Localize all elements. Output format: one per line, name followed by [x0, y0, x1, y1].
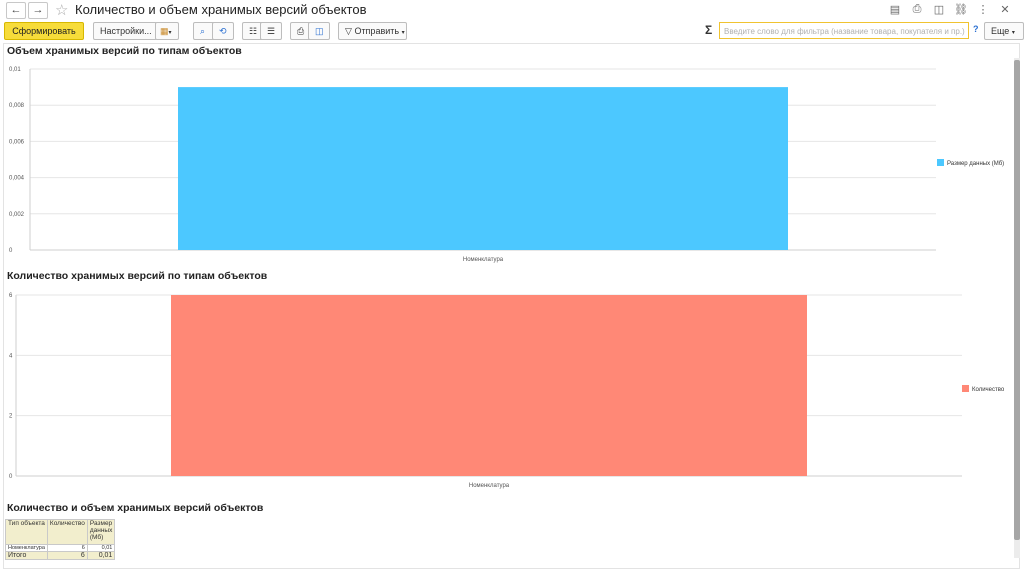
y-tick-label: 0,01 — [9, 67, 21, 73]
y-tick-label: 0,006 — [9, 139, 25, 145]
preview-icon[interactable]: ◫ — [932, 3, 946, 16]
save-icon[interactable]: ▤ — [888, 3, 902, 16]
help-icon[interactable]: ? — [973, 24, 979, 34]
collapse-groups-icon: ☰ — [267, 26, 276, 36]
legend-label: Количество — [972, 387, 1005, 393]
generate-button[interactable]: Сформировать — [4, 22, 84, 40]
search-input[interactable]: Введите слово для фильтра (название това… — [719, 22, 969, 39]
table-title: Количество и объем хранимых версий объек… — [7, 502, 264, 514]
chevron-down-icon: ▾ — [401, 30, 405, 36]
table-cell: Итого — [5, 551, 48, 560]
y-tick-label: 6 — [9, 293, 13, 299]
more-button[interactable]: Еще ▾ — [984, 22, 1024, 40]
chart2-title: Количество хранимых версий по типам объе… — [7, 270, 268, 282]
table-total-row: Итого 6 0,01 — [5, 551, 116, 560]
printer-icon: ⎙ — [297, 26, 305, 36]
x-tick-label: Номенклатура — [469, 483, 510, 489]
more-vertical-icon[interactable]: ⋮ — [976, 3, 990, 16]
table-cell: Номенклатура — [5, 544, 48, 552]
scrollbar-thumb[interactable] — [1014, 60, 1020, 540]
legend-swatch — [937, 159, 944, 166]
chevron-down-icon: ▾ — [168, 30, 172, 36]
legend-label: Размер данных (Мб) — [947, 161, 1004, 167]
y-tick-label: 0,002 — [9, 212, 25, 218]
close-icon[interactable]: ✕ — [998, 3, 1012, 16]
y-tick-label: 4 — [9, 353, 13, 359]
forward-button[interactable]: → — [28, 2, 48, 19]
table-cell: 6 — [46, 551, 88, 560]
expand-groups-icon: ☷ — [249, 26, 258, 36]
variant-dropdown[interactable]: ▦▾ — [155, 22, 179, 40]
y-tick-label: 0,008 — [9, 103, 25, 109]
chevron-down-icon: ▾ — [1011, 30, 1015, 36]
table-header: Количество — [46, 519, 88, 545]
y-tick-label: 0,004 — [9, 176, 25, 182]
title-bar: ← → ☆ Количество и объем хранимых версий… — [0, 0, 1024, 20]
report-table: Тип объекта Количество Размер данных (Мб… — [5, 519, 116, 560]
y-tick-label: 0 — [9, 248, 13, 254]
send-label: Отправить — [354, 26, 400, 36]
bar — [178, 87, 788, 250]
page-title: Количество и объем хранимых версий объек… — [75, 2, 367, 17]
table-row[interactable]: Номенклатура 6 0,01 — [5, 544, 116, 552]
window-actions: ▤ ⎙ ◫ ⛓ ⋮ ✕ — [888, 3, 1012, 16]
preview-button[interactable]: ◫ — [308, 22, 330, 40]
print-icon[interactable]: ⎙ — [910, 3, 924, 16]
chart1: 0 0,002 0,004 0,006 0,008 0,01 Номенклатура Раз… — [9, 67, 1004, 263]
settings-button[interactable]: Настройки... — [93, 22, 157, 40]
bar — [171, 295, 807, 476]
table-cell: 6 — [46, 544, 88, 552]
refresh-icon: ⟲ — [219, 26, 227, 36]
send-icon: ▽ — [345, 26, 352, 36]
chart1-title: Объем хранимых версий по типам объектов — [7, 45, 242, 57]
scrollbar[interactable] — [1014, 58, 1020, 558]
refresh-button[interactable]: ⟲ — [212, 22, 234, 40]
table-header-row: Тип объекта Количество Размер данных (Мб… — [5, 519, 116, 545]
y-tick-label: 0 — [9, 474, 13, 480]
favorite-star-icon[interactable]: ☆ — [55, 1, 68, 19]
variants-icon: ▦ — [160, 26, 169, 36]
search-icon: ⌕ — [200, 26, 206, 36]
sum-icon[interactable]: Σ — [705, 23, 712, 37]
x-tick-label: Номенклатура — [463, 257, 504, 263]
collapse-groups-button[interactable]: ☰ — [260, 22, 282, 40]
toolbar: Сформировать Настройки... ▦▾ ⌕ ⟲ ☷ ☰ ⎙ ◫… — [0, 21, 1024, 41]
link-icon[interactable]: ⛓ — [954, 3, 968, 16]
back-button[interactable]: ← — [6, 2, 26, 19]
chart2: 0 2 4 6 Номенклатура Количество — [9, 293, 1005, 489]
more-label: Еще — [991, 26, 1010, 36]
table-header: Размер данных (Мб) — [86, 519, 116, 545]
y-tick-label: 2 — [9, 414, 13, 420]
legend-swatch — [962, 385, 969, 392]
table-cell: 0,01 — [86, 544, 116, 552]
table-header: Тип объекта — [5, 519, 48, 545]
send-button[interactable]: ▽ Отправить ▾ — [338, 22, 407, 40]
table-cell: 0,01 — [86, 551, 116, 560]
preview-icon: ◫ — [315, 26, 324, 36]
